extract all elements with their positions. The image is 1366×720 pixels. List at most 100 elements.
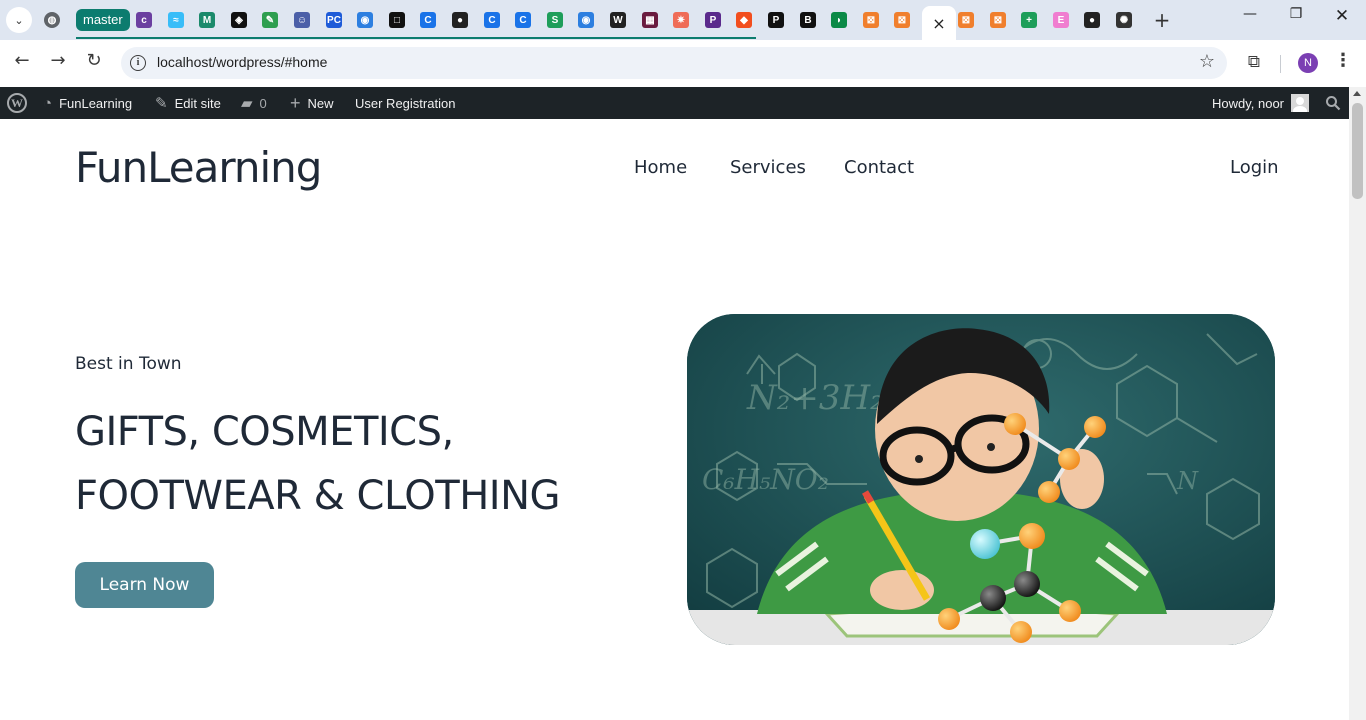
scrollbar-thumb[interactable] bbox=[1352, 103, 1363, 199]
address-bar[interactable]: i localhost/wordpress/#home ☆ bbox=[121, 47, 1227, 79]
plus-icon: + bbox=[290, 92, 301, 113]
tab-search-chevron-icon[interactable]: ⌄ bbox=[6, 7, 32, 33]
svg-text:C₆H₅NO₂: C₆H₅NO₂ bbox=[702, 463, 829, 496]
tab-group-underline bbox=[76, 37, 756, 39]
tab-28[interactable]: + bbox=[1017, 8, 1041, 32]
bootstrap-favicon-icon: B bbox=[800, 12, 816, 28]
learn-now-button[interactable]: Learn Now bbox=[75, 562, 214, 608]
brush-icon: ✎ bbox=[155, 95, 168, 112]
adminbar-new[interactable]: + New bbox=[290, 87, 334, 119]
tab-1[interactable]: c bbox=[132, 8, 156, 32]
tab-10[interactable]: C bbox=[416, 8, 440, 32]
comment-bubble-icon: ▰ bbox=[241, 95, 253, 112]
tab-9[interactable]: □ bbox=[385, 8, 409, 32]
back-arrow-icon[interactable]: ← bbox=[8, 50, 36, 78]
reload-icon[interactable]: ↻ bbox=[80, 50, 108, 78]
extensions-puzzle-icon[interactable]: ⧉ bbox=[1243, 52, 1265, 74]
page-scrollbar[interactable] bbox=[1349, 87, 1366, 720]
tab-group-label[interactable]: master bbox=[76, 9, 130, 31]
close-window-button[interactable]: ✕ bbox=[1319, 6, 1365, 34]
target-favicon-icon: ◉ bbox=[578, 12, 594, 28]
square-favicon-icon: □ bbox=[389, 12, 405, 28]
nav-home-link[interactable]: Home bbox=[634, 157, 687, 178]
copilot-favicon-icon: C bbox=[484, 12, 500, 28]
adminbar-user-registration-label: User Registration bbox=[355, 95, 456, 111]
tab-13[interactable]: C bbox=[511, 8, 535, 32]
wp-logo-menu[interactable]: W bbox=[7, 87, 27, 119]
adminbar-edit-site-label: Edit site bbox=[174, 95, 221, 111]
adminbar-search-icon[interactable] bbox=[1325, 87, 1341, 119]
tab-5[interactable]: ✎ bbox=[258, 8, 282, 32]
adminbar-comments[interactable]: ▰ 0 bbox=[241, 87, 267, 119]
site-info-icon[interactable]: i bbox=[130, 55, 146, 71]
restore-button[interactable]: ❐ bbox=[1273, 6, 1319, 34]
tab-19[interactable]: P bbox=[701, 8, 725, 32]
tab-31[interactable]: ✺ bbox=[1112, 8, 1136, 32]
copilot-favicon-icon: C bbox=[515, 12, 531, 28]
chatgpt-favicon-icon: ✺ bbox=[1116, 12, 1132, 28]
xampp-favicon-icon: ⊠ bbox=[894, 12, 910, 28]
hero-headline: GIFTS, COSMETICS, FOOTWEAR & CLOTHING bbox=[75, 400, 635, 528]
toolbar-divider bbox=[1280, 55, 1281, 73]
tab-21[interactable]: P bbox=[764, 8, 788, 32]
nav-contact-link[interactable]: Contact bbox=[844, 157, 914, 178]
tab-29[interactable]: E bbox=[1049, 8, 1073, 32]
tab-14[interactable]: S bbox=[543, 8, 567, 32]
mdn-favicon-icon: M bbox=[199, 12, 215, 28]
github-favicon-icon: ● bbox=[452, 12, 468, 28]
browser-tab-strip: ⌄ ◍ master c ≈ M ◈ ✎ ☺ PC ◉ □ C ● C C S ◉ W ▦ ✷ P ◆ P B ◗ ⊠ ⊠ ⊠ ⊠ +… bbox=[0, 0, 1366, 40]
xampp-favicon-icon: ⊠ bbox=[958, 12, 974, 28]
scroll-up-arrow-icon[interactable] bbox=[1353, 91, 1361, 96]
url-text[interactable]: localhost/wordpress/#home bbox=[157, 54, 327, 70]
tab-20[interactable]: ◆ bbox=[732, 8, 756, 32]
adminbar-edit-site[interactable]: ✎ Edit site bbox=[155, 87, 221, 119]
bookmark-star-icon[interactable]: ☆ bbox=[1199, 51, 1215, 72]
new-tab-button[interactable]: + bbox=[1150, 8, 1174, 32]
tab-23[interactable]: ◗ bbox=[827, 8, 851, 32]
browser-menu-icon[interactable]: ⋮ bbox=[1334, 50, 1352, 71]
forward-arrow-icon[interactable]: → bbox=[44, 50, 72, 78]
browser-toolbar: ← → ↻ i localhost/wordpress/#home ☆ ⧉ N … bbox=[0, 40, 1366, 87]
tab-4[interactable]: ◈ bbox=[227, 8, 251, 32]
wp-admin-bar: W ◔ FunLearning ✎ Edit site ▰ 0 + New Us… bbox=[0, 87, 1366, 119]
tab-25[interactable]: ⊠ bbox=[890, 8, 914, 32]
adminbar-site-name-label: FunLearning bbox=[59, 95, 133, 111]
tab-3[interactable]: M bbox=[195, 8, 219, 32]
minimize-button[interactable]: — bbox=[1227, 6, 1273, 34]
tab-12[interactable]: C bbox=[480, 8, 504, 32]
dashboard-gauge-icon: ◔ bbox=[43, 94, 53, 112]
tab-27[interactable]: ⊠ bbox=[986, 8, 1010, 32]
hero-illustration: N₂+3H₂ C₆H₅NO₂ N bbox=[687, 314, 1275, 645]
tab-26[interactable]: ⊠ bbox=[954, 8, 978, 32]
mongodb-favicon-icon: ◗ bbox=[831, 12, 847, 28]
xampp-favicon-icon: ⊠ bbox=[863, 12, 879, 28]
tab-24[interactable]: ⊠ bbox=[859, 8, 883, 32]
adminbar-site-name[interactable]: ◔ FunLearning bbox=[43, 87, 132, 119]
tab-17[interactable]: ▦ bbox=[638, 8, 662, 32]
search-icon bbox=[1326, 96, 1341, 111]
tab-30[interactable]: ● bbox=[1080, 8, 1104, 32]
copilot-favicon-icon: C bbox=[420, 12, 436, 28]
nav-services-link[interactable]: Services bbox=[730, 157, 806, 178]
profile-avatar[interactable]: N bbox=[1298, 53, 1318, 73]
site-title[interactable]: FunLearning bbox=[75, 143, 322, 192]
tailwind-favicon-icon: ≈ bbox=[168, 12, 184, 28]
adminbar-user-registration[interactable]: User Registration bbox=[355, 87, 455, 119]
colorlib-favicon-icon: c bbox=[136, 12, 152, 28]
nav-login-link[interactable]: Login bbox=[1230, 157, 1279, 178]
tab-7[interactable]: PC bbox=[322, 8, 346, 32]
tab-0[interactable]: ◍ bbox=[40, 8, 64, 32]
github-favicon-icon: ● bbox=[1084, 12, 1100, 28]
tab-6[interactable]: ☺ bbox=[290, 8, 314, 32]
adminbar-my-account[interactable]: Howdy, noor bbox=[1212, 87, 1310, 119]
tab-8[interactable]: ◉ bbox=[353, 8, 377, 32]
tab-22[interactable]: B bbox=[796, 8, 820, 32]
tab-15[interactable]: ◉ bbox=[574, 8, 598, 32]
tab-2[interactable]: ≈ bbox=[164, 8, 188, 32]
active-tab-close-button[interactable]: × bbox=[922, 6, 956, 40]
elementor-favicon-icon: E bbox=[1053, 12, 1069, 28]
tab-16[interactable]: W bbox=[606, 8, 630, 32]
wizard-favicon-icon: ☺ bbox=[294, 12, 310, 28]
tab-18[interactable]: ✷ bbox=[669, 8, 693, 32]
tab-11[interactable]: ● bbox=[448, 8, 472, 32]
